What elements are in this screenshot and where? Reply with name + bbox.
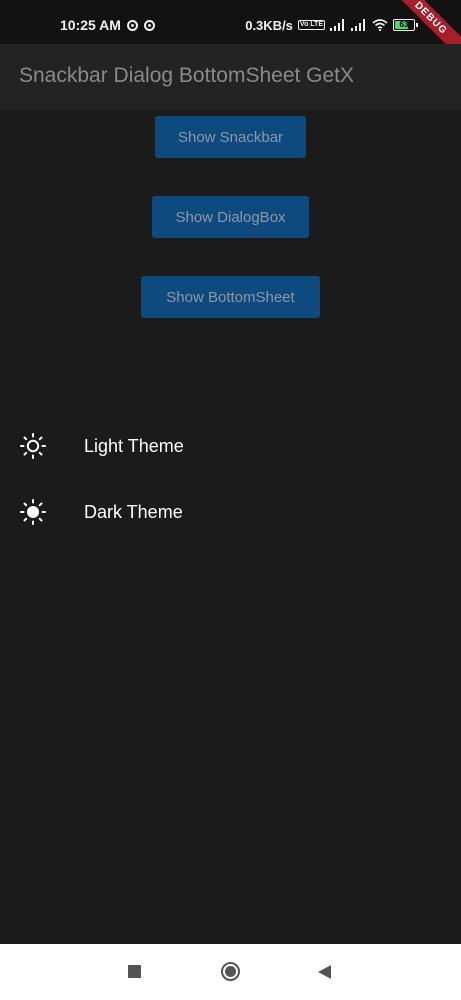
app-bar: Snackbar Dialog BottomSheet GetX <box>0 44 461 110</box>
back-triangle-icon[interactable] <box>318 965 331 979</box>
volte-badge: Vo LTE <box>297 20 325 30</box>
battery-icon: 63 <box>393 19 418 31</box>
network-speed: 0.3KB/s <box>245 17 293 33</box>
status-right: 0.3KB/s Vo LTE 63 <box>245 15 418 35</box>
show-dialogbox-button[interactable]: Show DialogBox <box>152 196 309 238</box>
light-theme-option[interactable]: Light Theme <box>0 418 461 474</box>
sync-ring-icon <box>126 19 138 31</box>
show-bottomsheet-button[interactable]: Show BottomSheet <box>141 276 320 318</box>
wifi-icon <box>372 19 388 31</box>
signal-icon <box>351 19 365 31</box>
status-left: 10:25 AM <box>60 15 155 35</box>
battery-level: 63 <box>399 20 409 29</box>
status-time: 10:25 AM <box>60 17 121 33</box>
app-bar-title: Snackbar Dialog BottomSheet GetX <box>19 64 355 87</box>
status-bar: 10:25 AM 0.3KB/s Vo LTE 63 DEBUG <box>0 0 461 67</box>
dark-theme-label: Dark Theme <box>84 501 183 522</box>
sun-outline-icon <box>20 433 46 459</box>
show-snackbar-button[interactable]: Show Snackbar <box>155 116 306 158</box>
dark-theme-option[interactable]: Dark Theme <box>0 484 461 540</box>
sun-filled-icon <box>20 499 46 525</box>
sync-ring-icon <box>143 19 155 31</box>
system-nav-bar <box>0 944 461 1000</box>
recents-square-icon[interactable] <box>128 965 141 978</box>
signal-icon <box>330 19 344 31</box>
home-circle-icon[interactable] <box>221 962 240 981</box>
light-theme-label: Light Theme <box>84 435 184 456</box>
